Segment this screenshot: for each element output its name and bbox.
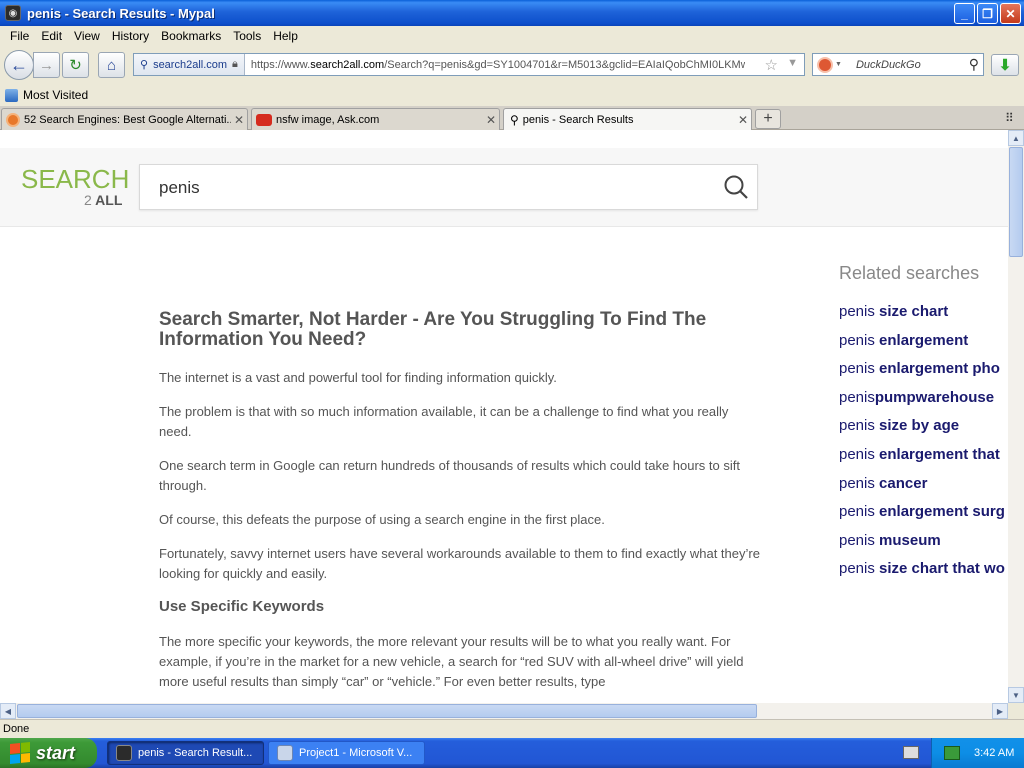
search-query-text[interactable]: penis <box>159 178 200 198</box>
tab-ask[interactable]: nsfw image, Ask.com ✕ <box>251 108 500 130</box>
web-search-box[interactable]: ▼ DuckDuckGo ⚲ <box>812 53 984 76</box>
mypal-icon <box>116 745 132 761</box>
article: Search Smarter, Not Harder - Are You Str… <box>159 310 764 703</box>
search-favicon-icon: ⚲ <box>510 113 519 127</box>
article-subheading: Use Specific Keywords <box>159 598 325 615</box>
site-identity-label: search2all.com <box>153 58 228 71</box>
keyboard-icon[interactable] <box>903 746 919 759</box>
new-tab-button[interactable]: + <box>755 109 781 129</box>
favicon-icon <box>6 112 20 127</box>
vertical-scroll-thumb[interactable] <box>1009 147 1023 257</box>
list-all-tabs-icon[interactable]: ⠿ <box>1005 111 1014 125</box>
reload-button[interactable]: ↻ <box>62 52 89 78</box>
article-heading: Search Smarter, Not Harder - Are You Str… <box>159 309 707 350</box>
related-search-link[interactable]: penis size chart that wo <box>839 555 1008 584</box>
scrollbar-corner <box>1008 703 1024 719</box>
folder-icon <box>5 88 18 102</box>
site-logo-subtitle[interactable]: 2 ALL <box>84 192 122 208</box>
article-paragraph: One search term in Google can return hun… <box>159 458 740 493</box>
related-search-link[interactable]: penispumpwarehouse <box>839 384 1008 413</box>
site-header: SEARCH 2 ALL penis <box>0 148 1008 227</box>
tab-close-icon[interactable]: ✕ <box>483 113 499 127</box>
system-tray: 3:42 AM <box>931 738 1024 768</box>
horizontal-scroll-thumb[interactable] <box>17 704 757 718</box>
lock-icon: 🔒︎ <box>232 58 238 70</box>
close-window-button[interactable]: ✕ <box>1000 3 1021 24</box>
back-button[interactable]: ← <box>4 50 34 80</box>
related-search-link[interactable]: penis enlargement that <box>839 441 1008 470</box>
related-search-link[interactable]: penis museum <box>839 527 1008 556</box>
bookmarks-toolbar: Most Visited <box>0 84 1024 106</box>
related-search-link[interactable]: penis size chart <box>839 298 1008 327</box>
tab-close-icon[interactable]: ✕ <box>735 113 751 127</box>
menu-edit[interactable]: Edit <box>35 29 68 43</box>
tab-strip: 52 Search Engines: Best Google Alternati… <box>0 106 1024 131</box>
site-identity-button[interactable]: ⚲ search2all.com 🔒︎ <box>134 54 245 75</box>
menu-help[interactable]: Help <box>267 29 304 43</box>
article-paragraph: The internet is a vast and powerful tool… <box>159 370 557 385</box>
site-logo[interactable]: SEARCH <box>21 164 129 195</box>
menu-history[interactable]: History <box>106 29 155 43</box>
scroll-left-icon[interactable]: ◀ <box>0 703 16 719</box>
window-title: penis - Search Results - Mypal <box>27 5 215 21</box>
downloads-button[interactable]: ⬇ <box>991 54 1019 76</box>
related-search-link[interactable]: penis enlargement surg <box>839 498 1008 527</box>
tab-close-icon[interactable]: ✕ <box>231 113 247 127</box>
taskbar-item-browser[interactable]: penis - Search Result... <box>107 741 264 765</box>
article-paragraph: The more specific your keywords, the mor… <box>159 634 744 689</box>
search-icon[interactable] <box>723 174 749 200</box>
article-paragraph: The problem is that with so much informa… <box>159 404 729 439</box>
status-text: Done <box>3 723 30 735</box>
url-dropdown-icon[interactable]: ▼ <box>787 57 798 69</box>
home-button[interactable]: ⌂ <box>98 52 125 78</box>
site-search-input[interactable]: penis <box>139 164 758 210</box>
navigation-toolbar: ← → ↻ ⌂ ⚲ search2all.com 🔒︎ https://www.… <box>0 46 1024 84</box>
article-paragraph: Fortunately, savvy internet users have s… <box>159 546 760 581</box>
related-search-link[interactable]: penis size by age <box>839 412 1008 441</box>
related-search-link[interactable]: penis enlargement <box>839 327 1008 356</box>
mypal-app-icon[interactable]: ◉ <box>5 5 21 21</box>
horizontal-scrollbar[interactable]: ◀ ▶ <box>0 703 1008 719</box>
scroll-down-icon[interactable]: ▼ <box>1008 687 1024 703</box>
menu-bookmarks[interactable]: Bookmarks <box>155 29 227 43</box>
vertical-scrollbar[interactable]: ▲ ▼ <box>1008 130 1024 703</box>
page-content: SEARCH 2 ALL penis Search Smarter, Not H… <box>0 130 1008 703</box>
scroll-right-icon[interactable]: ▶ <box>992 703 1008 719</box>
taskbar-item-project[interactable]: Project1 - Microsoft V... <box>268 741 425 765</box>
bookmark-star-icon[interactable]: ☆ <box>765 56 778 74</box>
duckduckgo-icon[interactable] <box>817 56 833 73</box>
minimize-button[interactable]: _ <box>954 3 975 24</box>
forward-button[interactable]: → <box>33 52 60 78</box>
maximize-button[interactable]: ❐ <box>977 3 998 24</box>
scroll-up-icon[interactable]: ▲ <box>1008 130 1024 146</box>
menu-tools[interactable]: Tools <box>227 29 267 43</box>
search-go-icon[interactable]: ⚲ <box>969 56 979 73</box>
title-bar: ◉ penis - Search Results - Mypal _ ❐ ✕ <box>0 0 1024 26</box>
tab-search-results[interactable]: ⚲ penis - Search Results ✕ <box>503 108 752 131</box>
visual-basic-icon <box>277 745 293 761</box>
ask-favicon-icon <box>256 113 272 126</box>
network-icon[interactable] <box>944 746 960 760</box>
menu-file[interactable]: File <box>4 29 35 43</box>
related-searches-heading: Related searches <box>839 263 980 283</box>
url-text[interactable]: https://www.search2all.com/Search?q=peni… <box>245 59 745 71</box>
clock[interactable]: 3:42 AM <box>974 747 1014 759</box>
related-search-link[interactable]: penis cancer <box>839 470 1008 499</box>
windows-logo-icon <box>10 741 30 765</box>
bookmark-most-visited[interactable]: Most Visited <box>23 88 88 102</box>
related-search-link[interactable]: penis enlargement pho <box>839 355 1008 384</box>
engine-dropdown-icon[interactable]: ▼ <box>835 61 842 68</box>
status-bar: Done <box>0 719 1024 738</box>
menu-view[interactable]: View <box>68 29 106 43</box>
search-placeholder: DuckDuckGo <box>855 58 921 71</box>
related-searches: Related searches penis size chart penis … <box>839 263 1008 584</box>
article-paragraph: Of course, this defeats the purpose of u… <box>159 512 605 527</box>
taskbar: start penis - Search Result... Project1 … <box>0 738 1024 768</box>
start-button[interactable]: start <box>0 738 97 768</box>
menu-bar: File Edit View History Bookmarks Tools H… <box>0 26 1024 46</box>
tab-search-engines[interactable]: 52 Search Engines: Best Google Alternati… <box>1 108 248 130</box>
address-bar[interactable]: ⚲ search2all.com 🔒︎ https://www.search2a… <box>133 53 805 76</box>
search-icon: ⚲ <box>140 59 149 71</box>
